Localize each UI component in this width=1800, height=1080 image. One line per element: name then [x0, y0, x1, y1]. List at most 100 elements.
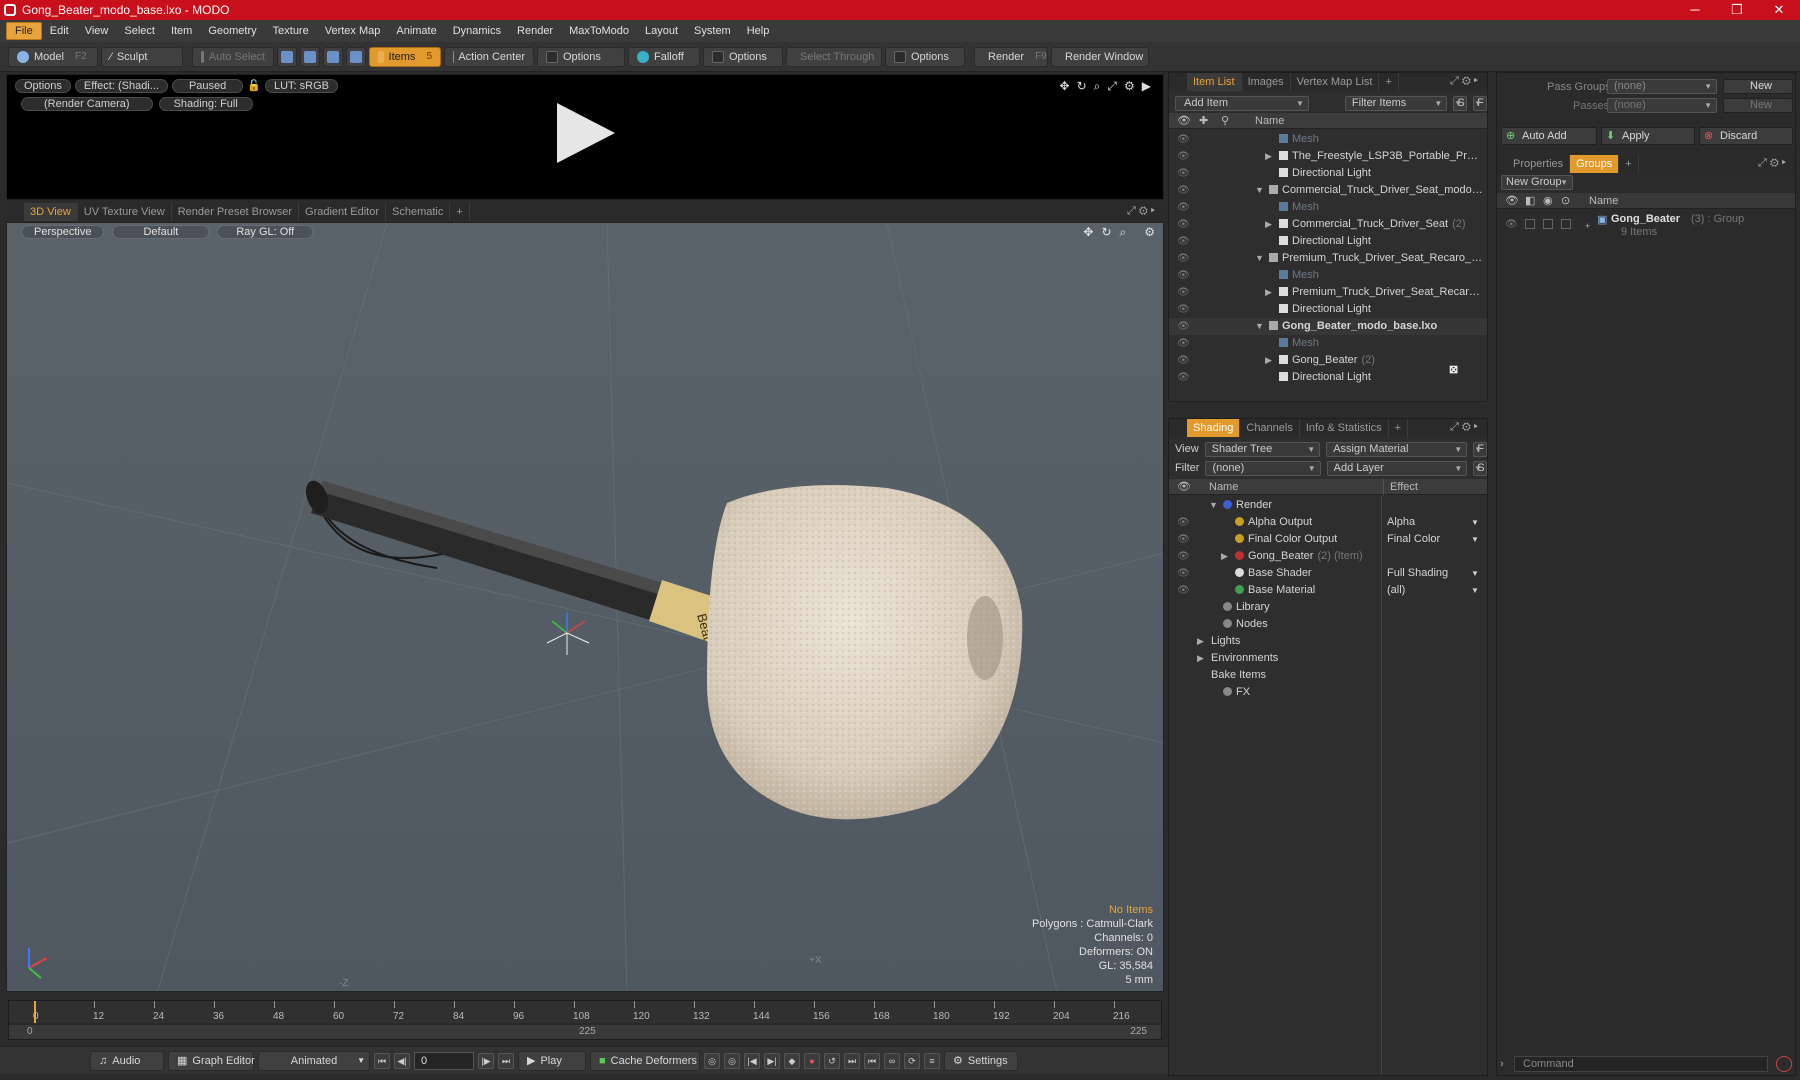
item-list-row[interactable]: 👁 Mesh	[1169, 131, 1487, 148]
add-tab-button[interactable]: +	[1389, 419, 1409, 437]
expand-arrow-icon[interactable]: ▶	[1265, 284, 1272, 301]
play-arrow-icon[interactable]: ▶	[1142, 79, 1151, 94]
play-button[interactable]: ▶ Play	[518, 1050, 586, 1071]
materials-mode-button[interactable]	[346, 46, 366, 67]
vertices-mode-button[interactable]	[277, 46, 297, 67]
menu-vertex-map[interactable]: Vertex Map	[317, 23, 389, 39]
play-icon[interactable]	[557, 103, 615, 163]
maximize-button[interactable]: ❐	[1716, 0, 1758, 20]
shader-tree-row[interactable]: 👁 Alpha Output Alpha	[1169, 514, 1487, 531]
eye-icon[interactable]: 👁	[1177, 548, 1190, 565]
shader-tree-row[interactable]: Library	[1169, 599, 1487, 616]
auto-add-button[interactable]: ⊕ Auto Add	[1501, 127, 1597, 145]
preview-camera-dropdown[interactable]: (Render Camera)	[21, 97, 153, 111]
tab-info-statistics[interactable]: Info & Statistics	[1300, 419, 1389, 437]
expand-arrow-icon[interactable]: ▶	[1265, 148, 1272, 165]
select-toggle[interactable]	[1561, 219, 1571, 229]
eye-icon[interactable]: 👁	[1177, 369, 1190, 386]
default-dropdown[interactable]: Default	[112, 225, 210, 239]
f-toggle[interactable]: F	[1473, 95, 1487, 111]
pan-icon[interactable]: ✥	[1083, 225, 1093, 240]
keyframe-icon[interactable]: ◆	[784, 1052, 800, 1069]
tab-render-preset-browser[interactable]: Render Preset Browser	[172, 203, 300, 221]
skip-icon[interactable]: ⏭	[844, 1052, 860, 1069]
menu-render[interactable]: Render	[509, 23, 561, 39]
lock-toggle[interactable]	[1543, 219, 1553, 229]
shader-tree-row[interactable]: Nodes	[1169, 616, 1487, 633]
s-toggle[interactable]: S	[1473, 460, 1487, 476]
timeline-ruler[interactable]: 0122436486072849610812013214415616818019…	[9, 1001, 1161, 1023]
eye-icon[interactable]: 👁	[1177, 335, 1190, 352]
audio-button[interactable]: ♫ Audio	[90, 1050, 164, 1071]
item-list-row[interactable]: 👁 ▼ Gong_Beater_modo_base.lxo	[1169, 318, 1487, 335]
tab-schematic[interactable]: Schematic	[386, 203, 451, 221]
collapse-arrow-icon[interactable]: ▼	[1255, 182, 1264, 199]
menu-maxtomodo[interactable]: MaxToModo	[561, 23, 637, 39]
new-pass-group-button[interactable]: New	[1723, 79, 1793, 94]
item-list-row[interactable]: 👁 Directional Light	[1169, 369, 1487, 386]
expand-icon[interactable]: +	[1585, 221, 1590, 231]
action-center-button[interactable]: Action Center	[444, 46, 534, 67]
action-center-options-button[interactable]: Options	[537, 46, 625, 67]
effect-dropdown[interactable]: Final Color	[1387, 531, 1479, 548]
menu-select[interactable]: Select	[116, 23, 163, 39]
preview-effect-dropdown[interactable]: Effect: (Shadi...	[74, 79, 168, 93]
panel-tools[interactable]: ⤢⚙▸	[1127, 205, 1158, 218]
add-tab-button[interactable]: +	[450, 203, 470, 221]
menu-help[interactable]: Help	[739, 23, 778, 39]
zoom-icon[interactable]: ⌕	[1094, 79, 1101, 94]
3d-viewport[interactable]: Beat +X -Z Perspective Default Ray GL: O…	[6, 222, 1164, 992]
effect-column-header[interactable]: Effect	[1383, 479, 1418, 495]
step-back-icon[interactable]: ◀|	[394, 1052, 410, 1069]
group-row[interactable]: 👁 + ▣ Gong_Beater (3) : Group 9 Items	[1497, 211, 1795, 241]
go-to-start-icon[interactable]: ⏮	[374, 1052, 390, 1069]
effect-dropdown[interactable]: Alpha	[1387, 514, 1479, 531]
eye-icon[interactable]: 👁	[1177, 182, 1190, 199]
tab-vertex-map-list[interactable]: Vertex Map List	[1291, 73, 1380, 91]
tab-uv-texture-view[interactable]: UV Texture View	[78, 203, 172, 221]
name-column-header[interactable]: Name	[1589, 193, 1618, 209]
preview-paused-button[interactable]: Paused	[171, 79, 244, 93]
maximize-icon[interactable]: ⤢	[1107, 79, 1117, 94]
item-list-row[interactable]: 👁 ▶ The_Freestyle_LSP3B_Portable_Proje ...	[1169, 148, 1487, 165]
eye-icon[interactable]: 👁	[1505, 219, 1518, 230]
settings-button[interactable]: ⚙ Settings	[944, 1050, 1018, 1071]
channels-icon[interactable]: ≡	[924, 1052, 940, 1069]
command-input[interactable]: Command	[1514, 1056, 1768, 1072]
current-frame-input[interactable]: 0	[414, 1051, 474, 1070]
menu-texture[interactable]: Texture	[265, 23, 317, 39]
apply-button[interactable]: ⬇ Apply	[1601, 127, 1695, 145]
assign-material-button[interactable]: Assign Material	[1326, 441, 1468, 457]
viewport-gear-icon[interactable]: ⚙	[1144, 225, 1155, 240]
menu-dynamics[interactable]: Dynamics	[445, 23, 509, 39]
eye-icon[interactable]: 👁	[1177, 250, 1190, 267]
items-mode-button[interactable]: Items 5	[369, 46, 441, 67]
eye-icon[interactable]: 👁	[1177, 582, 1190, 599]
tab-images[interactable]: Images	[1242, 73, 1291, 91]
item-list-row[interactable]: 👁 ▼ Commercial_Truck_Driver_Seat_modo_b ..…	[1169, 182, 1487, 199]
f-toggle[interactable]: F	[1473, 441, 1487, 457]
menu-edit[interactable]: Edit	[42, 23, 77, 39]
panel-tools[interactable]: ⤢⚙▸	[1758, 157, 1789, 170]
shader-tree-row[interactable]: 👁 Base Shader Full Shading	[1169, 565, 1487, 582]
shader-tree-row[interactable]: FX	[1169, 684, 1487, 701]
prev-key-icon[interactable]: |◀	[744, 1052, 760, 1069]
panel-tools[interactable]: ⤢⚙▸	[1450, 75, 1481, 88]
render-button[interactable]: Render F9	[974, 46, 1048, 67]
item-list-row[interactable]: 👁 Directional Light	[1169, 165, 1487, 182]
shader-tree-row[interactable]: ▶ Lights	[1169, 633, 1487, 650]
eye-icon[interactable]: 👁	[1177, 199, 1190, 216]
panel-tools[interactable]: ⤢⚙▸	[1450, 421, 1481, 434]
playhead[interactable]	[34, 1001, 36, 1023]
item-list-row[interactable]: 👁 ▼ Premium_Truck_Driver_Seat_Recaro_C_...	[1169, 250, 1487, 267]
raygl-dropdown[interactable]: Ray GL: Off	[217, 225, 314, 239]
auto-key-icon[interactable]: ◎	[724, 1052, 740, 1069]
add-item-dropdown[interactable]: Add Item	[1175, 95, 1309, 111]
eye-icon[interactable]: 👁	[1177, 165, 1190, 182]
filter-dropdown[interactable]: (none)	[1205, 460, 1321, 476]
tab-3d-view[interactable]: 3D View	[24, 203, 78, 221]
menu-system[interactable]: System	[686, 23, 739, 39]
render-toggle[interactable]	[1525, 219, 1535, 229]
transform-gizmo[interactable]	[546, 613, 590, 655]
shader-tree-row[interactable]: Bake Items	[1169, 667, 1487, 684]
